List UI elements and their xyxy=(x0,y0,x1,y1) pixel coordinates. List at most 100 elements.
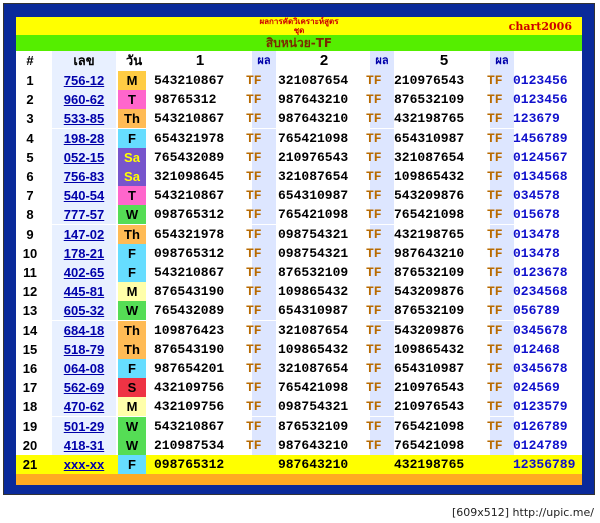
table-row: 3 533-85 Th 543210867 TF 987643210 TF 432198765… xyxy=(16,109,582,129)
lek-link[interactable]: 533-85 xyxy=(52,109,116,129)
col-num-header: # xyxy=(26,53,34,68)
row-number: 7 xyxy=(26,188,34,204)
lek-link[interactable]: 960-62 xyxy=(52,90,116,110)
row-number: 1 xyxy=(26,73,34,88)
value-col-1: 543210867 xyxy=(154,111,225,127)
row-number: 8 xyxy=(26,207,34,223)
result-col-2: TF xyxy=(366,92,382,108)
table-row: 18 470-62 M 432109756 TF 098754321 TF 210976543… xyxy=(16,397,582,417)
col-1-header: 1 xyxy=(195,52,205,69)
day-badge: Th xyxy=(118,320,146,340)
subtitle: สิบหน่วย-TF xyxy=(265,36,333,50)
value-col-2: 654310987 xyxy=(278,188,349,204)
result-col-3: TF xyxy=(487,245,503,261)
result-col-2: TF xyxy=(366,437,382,453)
day-badge: F xyxy=(118,455,146,474)
result-col-1: TF xyxy=(246,130,262,146)
result-digits: 034578 xyxy=(513,188,560,204)
lek-link[interactable]: 198-28 xyxy=(52,128,116,148)
result-col-1: TF xyxy=(246,303,262,319)
day-badge: W xyxy=(118,435,146,455)
lek-link[interactable]: 445-81 xyxy=(52,282,116,302)
value-col-2: 098754321 xyxy=(278,226,349,242)
value-col-1: 543210867 xyxy=(154,188,225,204)
result-col-3: TF xyxy=(487,226,503,242)
result-col-1: TF xyxy=(246,361,262,376)
lek-link[interactable]: 178-21 xyxy=(52,243,116,263)
lek-link[interactable]: xxx-xx xyxy=(52,455,116,474)
row-number: 20 xyxy=(22,437,38,453)
chart-panel: ผลการคัดวิเคราะห์สูตร ชุด chart2006 สิบห… xyxy=(16,17,582,485)
result-col-3: TF xyxy=(487,341,503,357)
lek-link[interactable]: 540-54 xyxy=(52,186,116,206)
lek-link[interactable]: 756-83 xyxy=(52,167,116,186)
lek-link[interactable]: 684-18 xyxy=(52,320,116,340)
result-col-1: TF xyxy=(246,226,262,242)
value-col-3: 210976543 xyxy=(394,73,465,88)
lek-link[interactable]: 470-62 xyxy=(52,397,116,417)
result-col-3: TF xyxy=(487,303,503,319)
result-col-3: TF xyxy=(487,130,503,146)
value-col-1: 543210867 xyxy=(154,418,225,434)
value-col-2: 765421098 xyxy=(278,380,349,396)
column-header-row: # เลข วัน 1 ผล 2 ผล 5 ผล xyxy=(16,51,582,71)
subtitle-bar: สิบหน่วย-TF xyxy=(16,35,582,51)
table-row: 1 756-12 M 543210867 TF 321087654 TF 210976543 T… xyxy=(16,71,582,90)
lek-link[interactable]: 562-69 xyxy=(52,378,116,398)
lek-link[interactable]: 402-65 xyxy=(52,263,116,282)
table-row: 19 501-29 W 543210867 TF 876532109 TF 765421098… xyxy=(16,416,582,436)
table-row: 5 052-15 Sa 765432089 TF 210976543 TF 321087654… xyxy=(16,147,582,167)
day-badge: W xyxy=(118,205,146,225)
result-digits: 024569 xyxy=(513,380,560,396)
value-col-2: 321087654 xyxy=(278,169,349,184)
result-col-2: TF xyxy=(366,380,382,396)
lek-link[interactable]: 777-57 xyxy=(52,205,116,225)
result-col-1: TF xyxy=(246,188,262,204)
result-col-3: TF xyxy=(487,322,503,338)
value-col-3: 321087654 xyxy=(394,149,465,165)
result-col-3: TF xyxy=(487,265,503,280)
result-digits: 0234568 xyxy=(513,284,568,300)
value-col-2: 765421098 xyxy=(278,130,349,146)
row-number: 15 xyxy=(22,341,38,357)
lek-link[interactable]: 052-15 xyxy=(52,147,116,167)
row-number: 2 xyxy=(26,92,34,108)
lek-link[interactable]: 605-32 xyxy=(52,301,116,321)
chart-frame: ผลการคัดวิเคราะห์สูตร ชุด chart2006 สิบห… xyxy=(4,4,594,494)
value-col-3: 432198765 xyxy=(394,226,465,242)
title-bar: ผลการคัดวิเคราะห์สูตร ชุด chart2006 xyxy=(16,17,582,35)
lek-link[interactable]: 756-12 xyxy=(52,71,116,90)
lek-link[interactable]: 501-29 xyxy=(52,416,116,436)
lek-link[interactable]: 418-31 xyxy=(52,435,116,455)
result-col-1 xyxy=(246,455,266,474)
lek-link[interactable]: 147-02 xyxy=(52,224,116,244)
result-col-3: TF xyxy=(487,92,503,108)
result-col-3: TF xyxy=(487,188,503,204)
value-col-3: 876532109 xyxy=(394,303,465,319)
result-col-3 xyxy=(487,455,507,474)
table-row: 16 064-08 F 987654201 TF 321087654 TF 654310987… xyxy=(16,359,582,378)
value-col-3: 432198765 xyxy=(394,457,465,472)
value-col-2: 987643210 xyxy=(278,457,349,472)
day-badge: F xyxy=(118,128,146,148)
result-col-3: TF xyxy=(487,361,503,376)
lek-link[interactable]: 518-79 xyxy=(52,339,116,359)
result-col-2: TF xyxy=(366,149,382,165)
brand-label: chart2006 xyxy=(508,20,572,33)
result-digits: 0124567 xyxy=(513,149,568,165)
day-badge: W xyxy=(118,301,146,321)
value-col-2: 098754321 xyxy=(278,245,349,261)
row-number: 13 xyxy=(22,303,38,319)
row-number: 5 xyxy=(26,149,34,165)
lek-link[interactable]: 064-08 xyxy=(52,359,116,378)
result-col-1: TF xyxy=(246,322,262,338)
result-col-1: TF xyxy=(246,265,262,280)
col-p3-header: ผล xyxy=(490,51,514,71)
value-col-3: 876532109 xyxy=(394,92,465,108)
table-row: 10 178-21 F 098765312 TF 098754321 TF 987643210… xyxy=(16,243,582,263)
value-col-2: 098754321 xyxy=(278,399,349,415)
value-col-2: 109865432 xyxy=(278,284,349,300)
value-col-2: 765421098 xyxy=(278,207,349,223)
value-col-2: 987643210 xyxy=(278,92,349,108)
day-badge: F xyxy=(118,359,146,378)
